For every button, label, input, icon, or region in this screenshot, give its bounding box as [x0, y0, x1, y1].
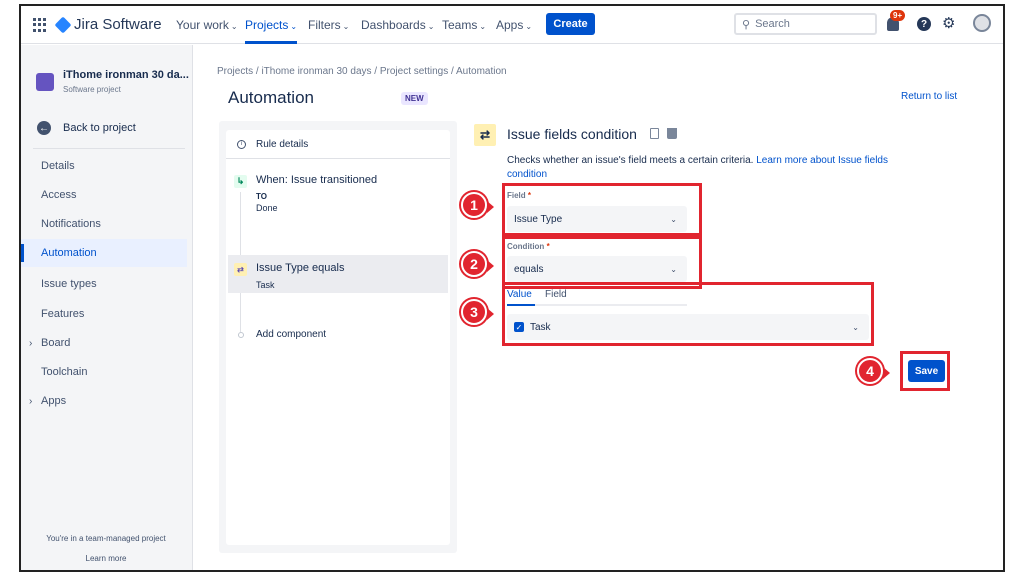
- copy-icon[interactable]: [650, 128, 659, 139]
- chevron-down-icon: ⌄: [427, 22, 435, 31]
- trigger-status: Done: [256, 203, 278, 213]
- rule-details-item[interactable]: i Rule details: [226, 130, 450, 159]
- condition-editor-title: Issue fields condition: [507, 126, 637, 142]
- annotation-box-4: [900, 351, 950, 391]
- settings-gear-icon[interactable]: ⚙: [942, 14, 955, 32]
- condition-description: Checks whether an issue's field meets a …: [507, 154, 917, 182]
- chevron-down-icon: ⌄: [342, 22, 350, 31]
- sidebar-item-notifications[interactable]: Notifications: [21, 210, 187, 238]
- sidebar-item-label: Automation: [41, 247, 97, 259]
- sidebar-item-label: Board: [41, 337, 71, 349]
- nav-teams[interactable]: Teams ⌄: [442, 18, 486, 32]
- new-lozenge: NEW: [401, 92, 428, 105]
- search-input[interactable]: ⚲ Search: [734, 13, 877, 35]
- condition-component[interactable]: ⇄ Issue Type equals Task: [228, 255, 448, 293]
- breadcrumb[interactable]: Projects / iThome ironman 30 days / Proj…: [217, 66, 507, 77]
- annotation-number-3: 3: [461, 299, 494, 325]
- team-managed-note: You're in a team-managed project: [46, 534, 166, 543]
- active-nav-indicator: [245, 41, 297, 44]
- nav-filters[interactable]: Filters ⌄: [308, 18, 349, 32]
- info-icon: i: [237, 139, 246, 149]
- notification-badge: 9+: [890, 10, 906, 21]
- brand-name: Jira Software: [74, 16, 162, 33]
- trigger-title[interactable]: When: Issue transitioned: [256, 174, 377, 186]
- app-switcher-icon[interactable]: [33, 18, 47, 32]
- search-icon: ⚲: [742, 18, 751, 31]
- search-placeholder: Search: [755, 18, 790, 30]
- back-to-project-link[interactable]: ← Back to project: [37, 121, 136, 135]
- shuffle-icon: ⇄: [474, 124, 496, 146]
- annotation-box-1: [502, 183, 702, 236]
- chevron-down-icon: ⌄: [230, 22, 238, 31]
- page-title: Automation: [228, 88, 314, 107]
- annotation-number-1: 1: [461, 192, 494, 218]
- condition-title: Issue Type equals: [256, 262, 345, 274]
- sidebar-item-features[interactable]: Features: [21, 300, 187, 328]
- trash-icon[interactable]: [667, 128, 677, 139]
- jira-diamond-icon: [54, 16, 72, 33]
- transition-trigger-icon: ↳: [234, 175, 247, 188]
- sidebar-item-label: Issue types: [41, 278, 97, 290]
- nav-apps-label: Apps: [496, 18, 524, 32]
- annotation-number-2: 2: [461, 251, 494, 277]
- learn-more-link[interactable]: Learn more: [21, 554, 191, 563]
- sidebar-item-label: Apps: [41, 395, 67, 407]
- sidebar-item-automation[interactable]: Automation: [21, 239, 187, 267]
- sidebar-item-label: Toolchain: [41, 366, 88, 378]
- nav-your-work-label: Your work: [176, 18, 229, 32]
- nav-projects[interactable]: Projects ⌄: [245, 18, 297, 32]
- sidebar-item-label: Notifications: [41, 218, 101, 230]
- rule-panel: i Rule details ↳ When: Issue transitione…: [219, 121, 457, 553]
- nav-dashboards[interactable]: Dashboards ⌄: [361, 18, 434, 32]
- chevron-down-icon: ⌄: [525, 22, 533, 31]
- project-sidebar: iThome ironman 30 da... Software project…: [21, 45, 193, 570]
- sidebar-item-issue-types[interactable]: Issue types: [21, 270, 187, 298]
- create-button[interactable]: Create: [546, 13, 595, 35]
- sidebar-item-label: Details: [41, 160, 75, 172]
- sidebar-item-toolchain[interactable]: Toolchain: [21, 358, 187, 386]
- rule-components: i Rule details ↳ When: Issue transitione…: [226, 130, 450, 545]
- help-icon[interactable]: ?: [917, 17, 931, 31]
- chevron-down-icon: ⌄: [290, 22, 298, 31]
- trigger-to-label: TO: [256, 192, 267, 201]
- chevron-right-icon: ›: [29, 337, 33, 349]
- user-avatar[interactable]: [973, 14, 991, 32]
- sidebar-item-apps[interactable]: › Apps: [21, 387, 187, 415]
- sidebar-item-label: Features: [41, 308, 85, 320]
- sidebar-item-details[interactable]: Details: [21, 152, 187, 180]
- add-component-link[interactable]: Add component: [256, 329, 326, 340]
- return-to-list-link[interactable]: Return to list: [901, 91, 957, 102]
- annotation-box-3: [502, 282, 874, 346]
- sidebar-item-access[interactable]: Access: [21, 181, 187, 209]
- app-window: Jira Software Your work ⌄ Projects ⌄ Filte…: [19, 4, 1005, 572]
- shuffle-icon: ⇄: [234, 263, 247, 276]
- nav-apps[interactable]: Apps ⌄: [496, 18, 532, 32]
- project-name[interactable]: iThome ironman 30 da...: [63, 69, 189, 81]
- top-navigation: Jira Software Your work ⌄ Projects ⌄ Filte…: [21, 6, 1003, 44]
- arrow-left-icon: ←: [37, 121, 51, 135]
- back-to-project-label: Back to project: [63, 122, 136, 134]
- nav-projects-label: Projects: [245, 18, 289, 32]
- project-avatar: [36, 73, 54, 91]
- condition-value: Task: [256, 280, 275, 290]
- sidebar-item-board[interactable]: › Board: [21, 329, 187, 357]
- nav-filters-label: Filters: [308, 18, 341, 32]
- add-component-dot-icon: [238, 332, 244, 338]
- nav-teams-label: Teams: [442, 18, 478, 32]
- nav-dashboards-label: Dashboards: [361, 18, 426, 32]
- chevron-right-icon: ›: [29, 395, 33, 407]
- description-text: Checks whether an issue's field meets a …: [507, 155, 757, 166]
- annotation-number-4: 4: [857, 358, 890, 384]
- rule-details-label: Rule details: [256, 138, 309, 150]
- chevron-down-icon: ⌄: [479, 22, 487, 31]
- nav-your-work[interactable]: Your work ⌄: [176, 18, 238, 32]
- sidebar-item-label: Access: [41, 189, 77, 201]
- sidebar-divider: [33, 148, 185, 149]
- project-type: Software project: [63, 85, 121, 94]
- jira-logo[interactable]: Jira Software: [54, 16, 162, 33]
